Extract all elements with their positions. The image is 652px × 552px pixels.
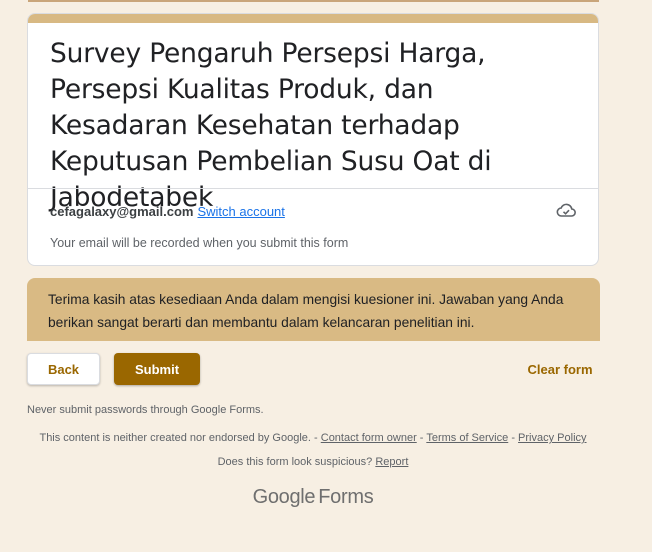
- back-button[interactable]: Back: [27, 353, 100, 385]
- contact-owner-link[interactable]: Contact form owner: [321, 432, 417, 444]
- google-forms-logo[interactable]: Google Forms: [0, 486, 626, 509]
- account-email: cefagalaxy@gmail.com: [50, 203, 194, 219]
- disclaimer: This content is neither created nor endo…: [0, 432, 626, 444]
- terms-link[interactable]: Terms of Service: [426, 432, 508, 444]
- account-row: cefagalaxy@gmail.com Switch account: [50, 200, 576, 222]
- logo-forms-text: Forms: [318, 486, 374, 508]
- header-divider: [28, 188, 598, 189]
- switch-account-link[interactable]: Switch account: [197, 204, 284, 219]
- form-header-card: Survey Pengaruh Persepsi Harga, Persepsi…: [27, 13, 599, 266]
- card-accent-bar: [28, 14, 598, 23]
- password-warning: Never submit passwords through Google Fo…: [27, 404, 264, 416]
- clear-form-button[interactable]: Clear form: [520, 353, 600, 385]
- report-link[interactable]: Report: [375, 456, 408, 468]
- top-header-strip: [28, 0, 599, 2]
- suspicious-notice: Does this form look suspicious? Report: [0, 456, 626, 468]
- separator: -: [511, 432, 515, 444]
- separator: -: [419, 432, 424, 444]
- suspicious-text: Does this form look suspicious?: [217, 456, 373, 468]
- closing-message-banner: Terima kasih atas kesediaan Anda dalam m…: [27, 278, 600, 341]
- logo-google-text: Google: [252, 486, 316, 508]
- email-record-note: Your email will be recorded when you sub…: [50, 236, 349, 250]
- submit-button[interactable]: Submit: [114, 353, 200, 385]
- disclaimer-text: This content is neither created nor endo…: [39, 432, 318, 444]
- cloud-saved-icon: [556, 201, 576, 219]
- privacy-link[interactable]: Privacy Policy: [518, 432, 586, 444]
